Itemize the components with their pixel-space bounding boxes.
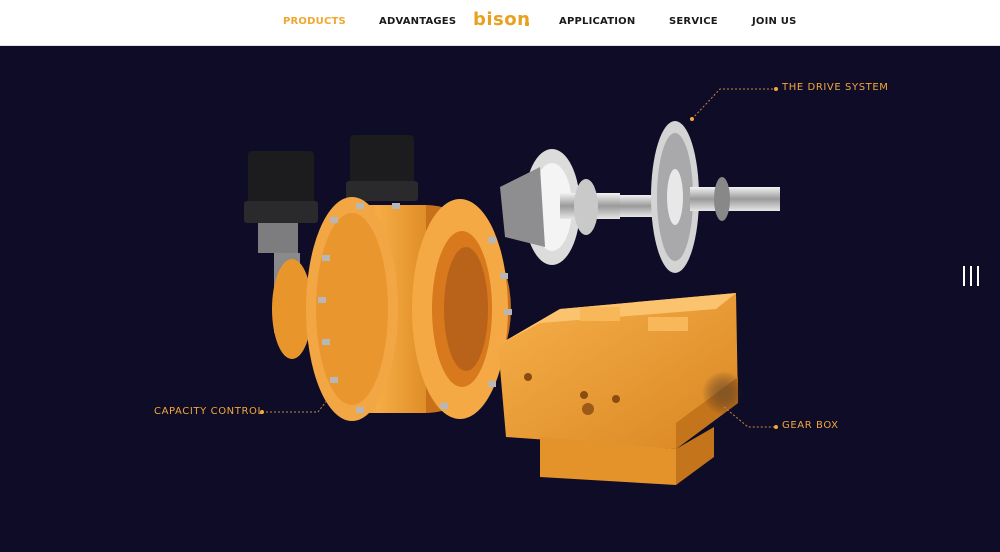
logo-mark-icon xyxy=(525,22,529,26)
bison-logo[interactable]: bison xyxy=(473,9,531,35)
nav-application[interactable]: APPLICATION xyxy=(559,16,635,27)
gear-box-assembly xyxy=(498,293,738,485)
hero-section: THE DRIVE SYSTEM CAPACITY CONTROL GEAR B… xyxy=(0,47,1000,552)
vertical-bars-menu-icon[interactable] xyxy=(958,263,984,289)
callout-drive-system[interactable]: THE DRIVE SYSTEM xyxy=(782,82,889,93)
drive-system-assembly xyxy=(500,121,780,273)
nav-advantages[interactable]: ADVANTAGES xyxy=(379,16,456,27)
nav-products[interactable]: PRODUCTS xyxy=(283,16,346,27)
top-navigation-bar: PRODUCTS ADVANTAGES bison APPLICATION SE… xyxy=(0,0,1000,46)
nav-service[interactable]: SERVICE xyxy=(669,16,718,27)
callout-gear-box[interactable]: GEAR BOX xyxy=(782,420,839,431)
main-housing xyxy=(306,197,512,421)
logo-text: bison xyxy=(473,9,531,30)
nav-join-us[interactable]: JOIN US xyxy=(752,16,797,27)
callout-capacity-control[interactable]: CAPACITY CONTROL xyxy=(154,406,264,417)
exploded-compressor-illustration xyxy=(244,87,780,485)
